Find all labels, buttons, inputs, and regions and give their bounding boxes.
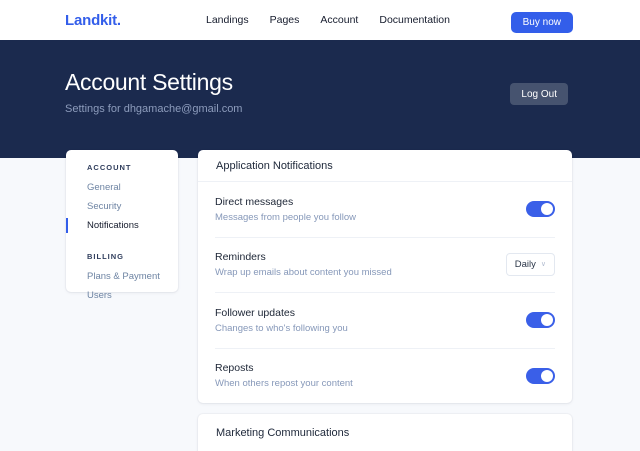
nav-link-documentation[interactable]: Documentation: [379, 14, 450, 26]
buy-now-button[interactable]: Buy now: [511, 12, 573, 33]
row-description: Changes to who's following you: [215, 323, 348, 334]
row-title: Reminders: [215, 251, 392, 263]
page-title: Account Settings: [65, 69, 233, 96]
sidebar-item-general[interactable]: General: [66, 181, 178, 194]
row-follower-updates: Follower updates Changes to who's follow…: [215, 292, 555, 348]
nav-link-landings[interactable]: Landings: [206, 14, 249, 26]
select-value: Daily: [515, 259, 536, 270]
sidebar-item-plans-payment[interactable]: Plans & Payment: [66, 270, 178, 283]
sidebar-item-security[interactable]: Security: [66, 200, 178, 213]
marketing-communications-card: Marketing Communications: [198, 414, 572, 451]
row-text: Direct messages Messages from people you…: [215, 196, 356, 223]
direct-messages-toggle[interactable]: [526, 201, 555, 217]
sidebar-section-account: ACCOUNT: [66, 163, 178, 172]
toggle-knob: [541, 314, 553, 326]
follower-updates-toggle[interactable]: [526, 312, 555, 328]
toggle-knob: [541, 370, 553, 382]
application-notifications-card: Application Notifications Direct message…: [198, 150, 572, 403]
row-title: Reposts: [215, 362, 353, 374]
row-description: Wrap up emails about content you missed: [215, 267, 392, 278]
card-title: Marketing Communications: [216, 427, 554, 439]
nav-link-pages[interactable]: Pages: [270, 14, 300, 26]
sidebar-item-notifications[interactable]: Notifications: [66, 219, 178, 232]
row-text: Reminders Wrap up emails about content y…: [215, 251, 392, 278]
notification-rows: Direct messages Messages from people you…: [198, 182, 572, 403]
row-direct-messages: Direct messages Messages from people you…: [215, 182, 555, 237]
navbar: Landkit. Landings Pages Account Document…: [0, 0, 640, 40]
row-reminders: Reminders Wrap up emails about content y…: [215, 237, 555, 293]
nav-link-account[interactable]: Account: [320, 14, 358, 26]
settings-sidebar: ACCOUNT General Security Notifications B…: [66, 150, 178, 292]
toggle-knob: [541, 203, 553, 215]
page: Landkit. Landings Pages Account Document…: [0, 0, 640, 451]
row-description: When others repost your content: [215, 378, 353, 389]
row-description: Messages from people you follow: [215, 212, 356, 223]
nav-links: Landings Pages Account Documentation: [206, 14, 450, 26]
sidebar-section-billing: BILLING: [66, 252, 178, 261]
logout-button[interactable]: Log Out: [510, 83, 568, 105]
reminders-frequency-select[interactable]: Daily ∨: [506, 253, 555, 276]
row-title: Follower updates: [215, 307, 348, 319]
sidebar-divider: [66, 238, 178, 252]
page-subtitle: Settings for dhgamache@gmail.com: [65, 103, 242, 115]
row-reposts: Reposts When others repost your content: [215, 348, 555, 404]
chevron-down-icon: ∨: [541, 261, 546, 268]
logo[interactable]: Landkit.: [65, 12, 121, 29]
reposts-toggle[interactable]: [526, 368, 555, 384]
row-text: Reposts When others repost your content: [215, 362, 353, 389]
sidebar-item-users[interactable]: Users: [66, 289, 178, 302]
row-text: Follower updates Changes to who's follow…: [215, 307, 348, 334]
card-title: Application Notifications: [198, 150, 572, 182]
hero-banner: Account Settings Settings for dhgamache@…: [0, 40, 640, 158]
row-title: Direct messages: [215, 196, 356, 208]
